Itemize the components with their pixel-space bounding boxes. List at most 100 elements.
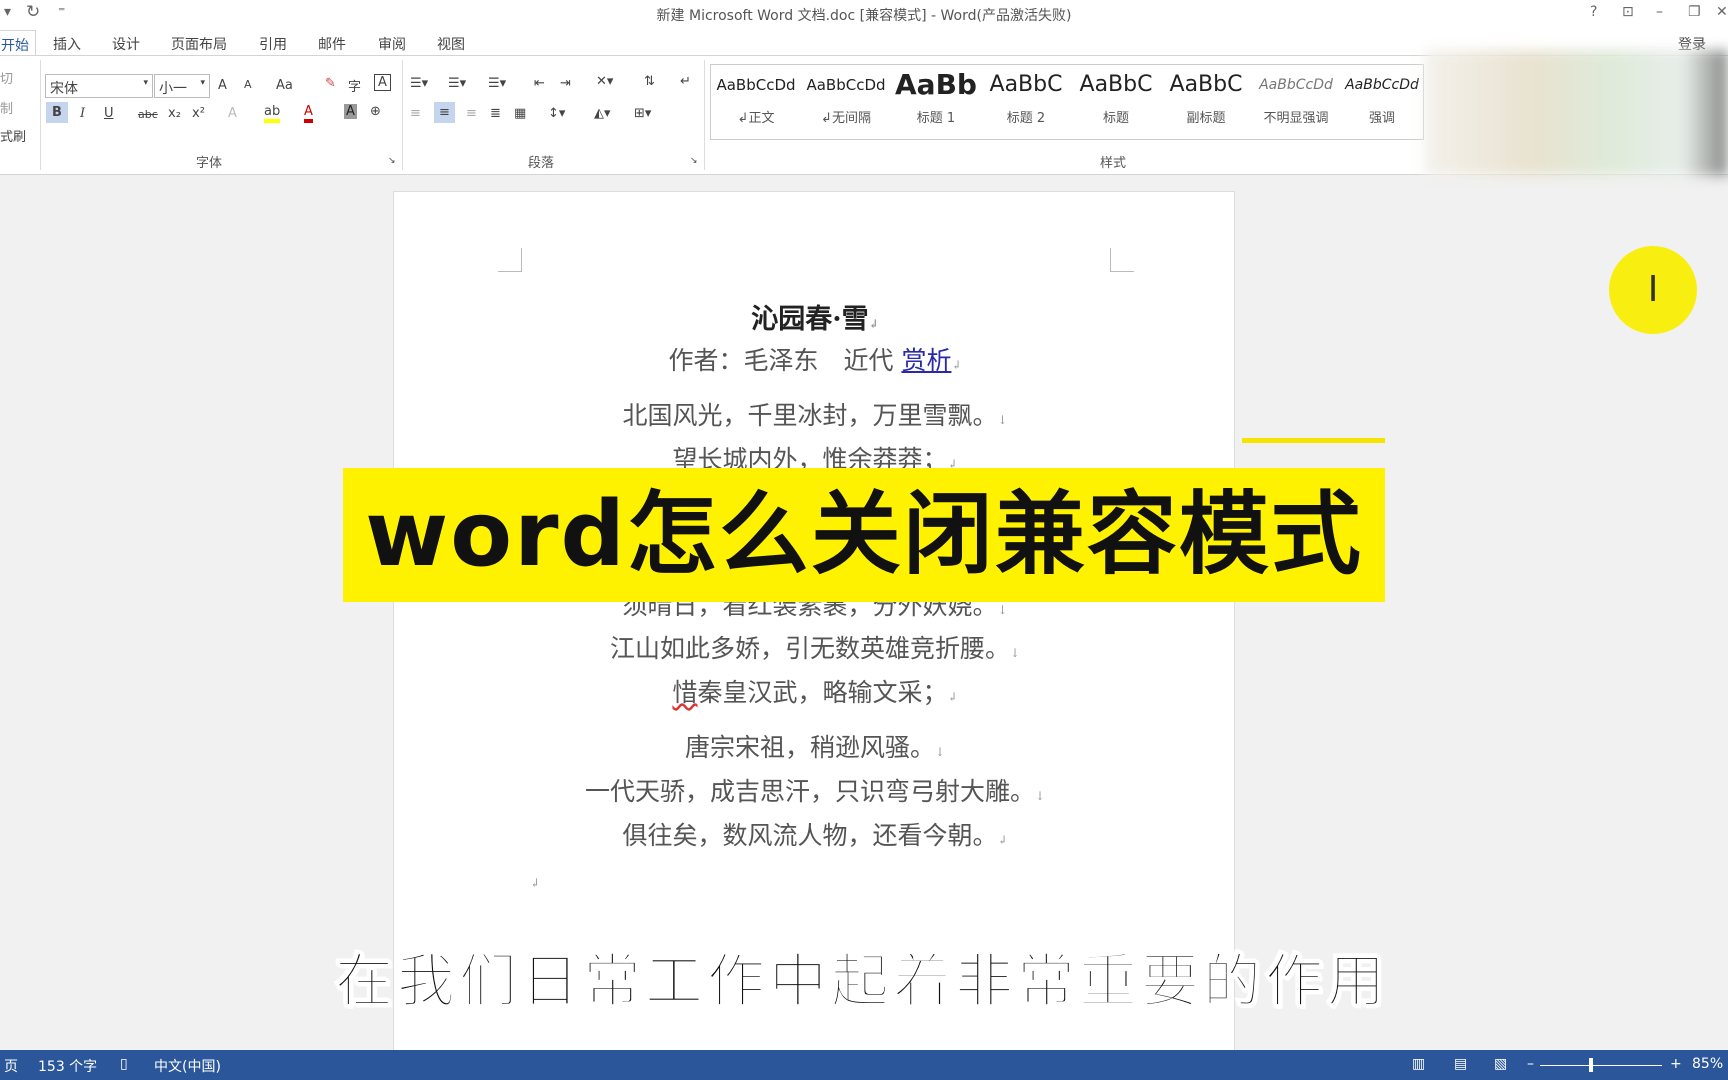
- style-preview: AaBbC: [1169, 72, 1243, 97]
- video-subtitle: 在我们日常工作中起着非常重要的作用: [334, 946, 1389, 1016]
- style-emphasis[interactable]: AaBbCcDd 强调: [1337, 69, 1427, 126]
- style-no-spacing[interactable]: AaBbCcDd ↲无间隔: [801, 69, 891, 126]
- text-effects-icon[interactable]: A: [228, 106, 237, 121]
- tab-view[interactable]: 视图: [437, 34, 465, 54]
- poem-title: 沁园春·雪↲: [751, 304, 879, 335]
- multilevel-list-icon[interactable]: ☰▾: [488, 76, 506, 91]
- justify-icon[interactable]: ≣: [490, 106, 501, 121]
- poem-title-text: 沁园春·雪: [751, 304, 869, 335]
- align-left-icon[interactable]: ≡: [410, 106, 421, 121]
- sort-icon[interactable]: ⇅: [644, 74, 655, 89]
- word-count[interactable]: 153 个字: [38, 1056, 97, 1076]
- borders-icon[interactable]: ⊞▾: [634, 106, 651, 121]
- tab-insert[interactable]: 插入: [53, 34, 81, 54]
- align-right-icon[interactable]: ≡: [466, 106, 477, 121]
- highlight-icon[interactable]: ab: [264, 104, 281, 123]
- strikethrough-button[interactable]: abc: [138, 108, 158, 121]
- print-layout-icon[interactable]: ▤: [1454, 1056, 1467, 1072]
- decrease-indent-icon[interactable]: ⇤: [534, 76, 545, 91]
- style-subtle-emphasis[interactable]: AaBbCcDd 不明显强调: [1251, 69, 1341, 126]
- font-size-select[interactable]: 小一 ▾: [154, 74, 210, 98]
- shrink-font-button[interactable]: A: [244, 78, 252, 91]
- style-heading-1[interactable]: AaBb 标题 1: [891, 69, 981, 127]
- tab-layout[interactable]: 页面布局: [171, 34, 227, 54]
- zoom-slider[interactable]: [1540, 1058, 1662, 1072]
- line-spacing-icon[interactable]: ↕▾: [548, 106, 565, 121]
- language-indicator[interactable]: 中文(中国): [154, 1056, 221, 1076]
- poem-line-text: 唐宗宋祖，稍逊风骚。: [684, 733, 935, 762]
- asian-layout-icon[interactable]: ✕▾: [596, 74, 613, 89]
- proofing-icon[interactable]: ▯: [120, 1056, 128, 1072]
- tab-mailings[interactable]: 邮件: [318, 34, 346, 54]
- font-group-label: 字体: [196, 156, 223, 171]
- misspelled-word[interactable]: 惜: [672, 678, 697, 707]
- author-text: 作者：毛泽东 近代: [668, 346, 894, 375]
- analysis-link[interactable]: 赏析: [901, 346, 951, 375]
- zoom-in-button[interactable]: +: [1670, 1056, 1682, 1072]
- char-shading-icon[interactable]: A: [344, 104, 357, 119]
- style-subtitle[interactable]: AaBbC 副标题: [1161, 69, 1251, 126]
- blurred-region: [1425, 50, 1728, 176]
- bullets-icon[interactable]: ☰▾: [410, 76, 428, 91]
- zoom-slider-thumb[interactable]: [1588, 1058, 1593, 1072]
- tab-references[interactable]: 引用: [259, 34, 287, 54]
- document-page[interactable]: 沁园春·雪↲ 作者：毛泽东 近代 赏析↲ 北国风光，千里冰封，万里雪飘。↓ 望长…: [393, 191, 1235, 1061]
- style-heading-2[interactable]: AaBbC 标题 2: [981, 69, 1071, 126]
- close-button[interactable]: ✕: [1716, 4, 1728, 20]
- restore-button[interactable]: ❐: [1688, 4, 1701, 20]
- style-preview: AaBbCcDd: [1345, 77, 1419, 93]
- divider: [402, 60, 403, 170]
- poem-line-text: 北国风光，千里冰封，万里雪飘。: [622, 401, 998, 430]
- subscript-button[interactable]: x₂: [168, 106, 181, 121]
- font-dialog-launcher-icon[interactable]: ↘: [388, 156, 396, 166]
- clear-format-icon[interactable]: ✎: [325, 76, 336, 91]
- divider: [704, 60, 705, 170]
- superscript-button[interactable]: x²: [192, 106, 205, 121]
- font-name-select[interactable]: 宋体 ▾: [45, 74, 153, 98]
- bold-button[interactable]: B: [46, 102, 68, 123]
- cut-button[interactable]: 切: [0, 68, 13, 87]
- style-title[interactable]: AaBbC 标题: [1071, 69, 1161, 126]
- read-mode-icon[interactable]: ▥: [1412, 1056, 1425, 1072]
- char-border-icon[interactable]: A: [374, 74, 391, 91]
- shading-icon[interactable]: ◭▾: [594, 106, 611, 121]
- format-painter-button[interactable]: 式刷: [0, 126, 26, 145]
- font-color-button[interactable]: A: [304, 104, 313, 123]
- tab-review[interactable]: 审阅: [378, 34, 406, 54]
- grow-font-button[interactable]: A: [218, 78, 227, 93]
- numbering-icon[interactable]: ☰▾: [448, 76, 466, 91]
- zoom-level[interactable]: 85%: [1692, 1056, 1723, 1072]
- copy-button[interactable]: 制: [0, 98, 13, 117]
- italic-button[interactable]: I: [80, 106, 85, 121]
- style-preview: AaBbC: [989, 72, 1063, 97]
- phonetic-guide-icon[interactable]: 字: [348, 76, 361, 95]
- distribute-icon[interactable]: ▦: [514, 106, 526, 121]
- style-label: ↲正文: [737, 111, 775, 126]
- web-layout-icon[interactable]: ▧: [1494, 1056, 1507, 1072]
- show-marks-icon[interactable]: ↵: [680, 74, 691, 89]
- font-size-value: 小一: [159, 81, 187, 97]
- text-cursor-icon: I: [1609, 246, 1697, 334]
- paragraph-group-label: 段落: [528, 156, 555, 171]
- style-preview: AaBbCcDd: [806, 76, 886, 94]
- enclose-char-icon[interactable]: ⊕: [370, 104, 381, 119]
- author-line: 作者：毛泽东 近代 赏析↲: [668, 346, 962, 375]
- poem-line-text: 江山如此多娇，引无数英雄竞折腰。: [609, 634, 1010, 663]
- style-normal[interactable]: AaBbCcDd ↲正文: [711, 69, 801, 126]
- minimize-button[interactable]: –: [1656, 4, 1663, 20]
- align-center-icon[interactable]: ≡: [434, 102, 455, 123]
- increase-indent-icon[interactable]: ⇥: [560, 76, 571, 91]
- zoom-out-button[interactable]: –: [1527, 1056, 1534, 1072]
- paragraph-mark: ↲: [529, 876, 541, 890]
- paragraph-dialog-launcher-icon[interactable]: ↘: [690, 156, 698, 166]
- poem-line-text: 秦皇汉武，略输文采；: [697, 678, 948, 707]
- style-label: ↲无间隔: [821, 111, 871, 126]
- tab-design[interactable]: 设计: [112, 34, 140, 54]
- page-indicator[interactable]: 页: [4, 1056, 18, 1076]
- accent-line: [1242, 438, 1385, 443]
- underline-button[interactable]: U: [104, 106, 114, 121]
- help-button[interactable]: ?: [1590, 4, 1597, 20]
- ribbon-display-button[interactable]: ⊡: [1622, 4, 1634, 20]
- style-label: 标题 1: [916, 111, 956, 126]
- change-case-button[interactable]: Aa: [276, 78, 293, 93]
